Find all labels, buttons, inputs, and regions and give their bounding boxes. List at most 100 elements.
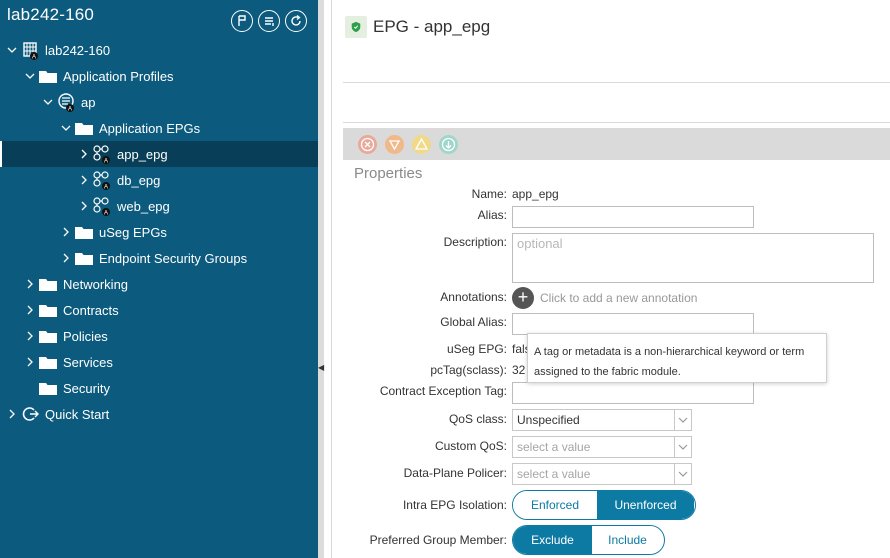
tree-item-policies[interactable]: Policies bbox=[0, 323, 318, 349]
tag-icon[interactable] bbox=[231, 10, 253, 32]
preferred-option-include[interactable]: Include bbox=[592, 526, 663, 554]
section-heading: Properties bbox=[354, 165, 423, 182]
chevron-down-icon[interactable] bbox=[61, 123, 71, 133]
tree-item-networking[interactable]: Networking bbox=[0, 271, 318, 297]
tree-item-label: web_epg bbox=[117, 198, 170, 214]
epg-icon: A bbox=[92, 170, 112, 190]
qos-class-select[interactable]: Unspecified bbox=[512, 409, 692, 431]
quick-start-icon bbox=[20, 404, 40, 424]
chevron-down-icon[interactable] bbox=[674, 410, 691, 430]
tree-item-label: Policies bbox=[63, 328, 108, 344]
chevron-right-icon[interactable] bbox=[25, 279, 35, 289]
chevron-down-icon[interactable] bbox=[7, 45, 17, 55]
global-alias-input[interactable] bbox=[512, 313, 754, 335]
chevron-right-icon[interactable] bbox=[7, 409, 17, 419]
name-label: Name: bbox=[471, 187, 507, 201]
tooltip-line: assigned to the fabric module. bbox=[534, 366, 681, 378]
tree-item-label: ap bbox=[81, 94, 96, 110]
tree-item-contracts[interactable]: Contracts bbox=[0, 297, 318, 323]
minor-fault-icon[interactable] bbox=[412, 135, 431, 154]
folder-icon bbox=[38, 326, 58, 346]
tree-item-db-epg[interactable]: A db_epg bbox=[0, 167, 318, 193]
chevron-down-icon[interactable] bbox=[674, 437, 691, 457]
tree-item-label: db_epg bbox=[117, 172, 161, 188]
preferred-group-member-label: Preferred Group Member: bbox=[369, 533, 507, 547]
useg-epg-label: uSeg EPG: bbox=[446, 342, 507, 356]
annotation-tooltip: A tag or metadata is a non-hierarchical … bbox=[527, 333, 827, 383]
qos-class-value: Unspecified bbox=[517, 413, 580, 427]
list-icon[interactable] bbox=[258, 10, 280, 32]
alias-input[interactable] bbox=[512, 206, 754, 228]
main-panel-border bbox=[331, 0, 332, 558]
folder-icon bbox=[74, 248, 94, 268]
svg-text:A: A bbox=[104, 185, 108, 191]
svg-text:A: A bbox=[104, 211, 108, 217]
intra-epg-isolation-toggle[interactable]: Enforced Unenforced bbox=[512, 490, 696, 520]
isolation-option-unenforced[interactable]: Unenforced bbox=[597, 491, 694, 519]
collapse-arrow-icon[interactable]: ◀ bbox=[318, 362, 324, 374]
add-annotation-hint[interactable]: Click to add a new annotation bbox=[540, 291, 697, 305]
tooltip-line: A tag or metadata is a non-hierarchical … bbox=[534, 346, 805, 358]
page-title: EPG - app_epg bbox=[373, 17, 491, 36]
add-annotation-button[interactable]: + bbox=[512, 287, 534, 309]
tree-item-endpoint-security-groups[interactable]: Endpoint Security Groups bbox=[0, 245, 318, 271]
isolation-option-enforced[interactable]: Enforced bbox=[513, 491, 597, 519]
tree-item-app-epg[interactable]: A app_epg bbox=[0, 141, 318, 167]
critical-fault-icon[interactable] bbox=[358, 135, 377, 154]
epg-icon: A bbox=[92, 144, 112, 164]
chevron-right-icon[interactable] bbox=[25, 357, 35, 367]
chevron-down-icon[interactable] bbox=[43, 97, 53, 107]
chevron-right-icon[interactable] bbox=[79, 201, 89, 211]
data-plane-policer-select[interactable]: select a value bbox=[512, 463, 692, 485]
contract-exception-label: Contract Exception Tag: bbox=[379, 384, 507, 398]
tree-item-label: app_epg bbox=[117, 146, 168, 162]
tree-item-services[interactable]: Services bbox=[0, 349, 318, 375]
shield-icon bbox=[345, 16, 367, 38]
folder-icon bbox=[74, 118, 94, 138]
tree-item-label: Services bbox=[63, 354, 113, 370]
tree-item-label: Application EPGs bbox=[99, 120, 201, 136]
annotations-label: Annotations: bbox=[440, 290, 507, 304]
refresh-icon[interactable] bbox=[285, 10, 307, 32]
tree-item-application-profiles[interactable]: Application Profiles bbox=[0, 63, 318, 89]
chevron-right-icon[interactable] bbox=[79, 149, 89, 159]
custom-qos-select[interactable]: select a value bbox=[512, 436, 692, 458]
panel-splitter[interactable] bbox=[318, 0, 324, 558]
tree-item-tenant[interactable]: A lab242-160 bbox=[0, 37, 318, 63]
tree-item-label: Quick Start bbox=[45, 406, 110, 422]
major-fault-icon[interactable] bbox=[385, 135, 404, 154]
tree-item-application-epgs[interactable]: Application EPGs bbox=[0, 115, 318, 141]
chevron-right-icon[interactable] bbox=[61, 227, 71, 237]
tree-item-useg-epgs[interactable]: uSeg EPGs bbox=[0, 219, 318, 245]
chevron-right-icon[interactable] bbox=[25, 331, 35, 341]
tree-item-ap[interactable]: A ap bbox=[0, 89, 318, 115]
name-value: app_epg bbox=[512, 187, 559, 201]
description-label: Description: bbox=[443, 235, 507, 249]
divider bbox=[343, 82, 890, 83]
contract-exception-input[interactable] bbox=[512, 382, 754, 404]
tree-item-security[interactable]: Security bbox=[0, 375, 318, 401]
tree-item-label: Endpoint Security Groups bbox=[99, 250, 248, 266]
svg-text:A: A bbox=[32, 55, 36, 61]
custom-qos-placeholder: select a value bbox=[517, 440, 591, 454]
description-textarea[interactable]: optional bbox=[512, 233, 874, 283]
tree-item-label: Security bbox=[63, 380, 110, 396]
folder-icon bbox=[38, 378, 58, 398]
preferred-group-member-toggle[interactable]: Exclude Include bbox=[512, 525, 665, 555]
tree-item-web-epg[interactable]: A web_epg bbox=[0, 193, 318, 219]
chevron-down-icon[interactable] bbox=[25, 71, 35, 81]
chevron-right-icon[interactable] bbox=[25, 305, 35, 315]
data-plane-policer-placeholder: select a value bbox=[517, 467, 591, 481]
preferred-option-exclude[interactable]: Exclude bbox=[513, 526, 592, 554]
warning-fault-icon[interactable] bbox=[439, 135, 458, 154]
app-profile-icon: A bbox=[57, 92, 77, 112]
chevron-right-icon[interactable] bbox=[61, 253, 71, 263]
pctag-value: 32 bbox=[512, 363, 526, 377]
pctag-label: pcTag(sclass): bbox=[430, 363, 507, 377]
chevron-down-icon[interactable] bbox=[674, 464, 691, 484]
divider bbox=[343, 122, 890, 123]
chevron-right-icon[interactable] bbox=[79, 175, 89, 185]
alias-label: Alias: bbox=[477, 208, 507, 222]
tree-item-quick-start[interactable]: Quick Start bbox=[0, 401, 318, 427]
data-plane-policer-label: Data-Plane Policer: bbox=[403, 466, 507, 480]
